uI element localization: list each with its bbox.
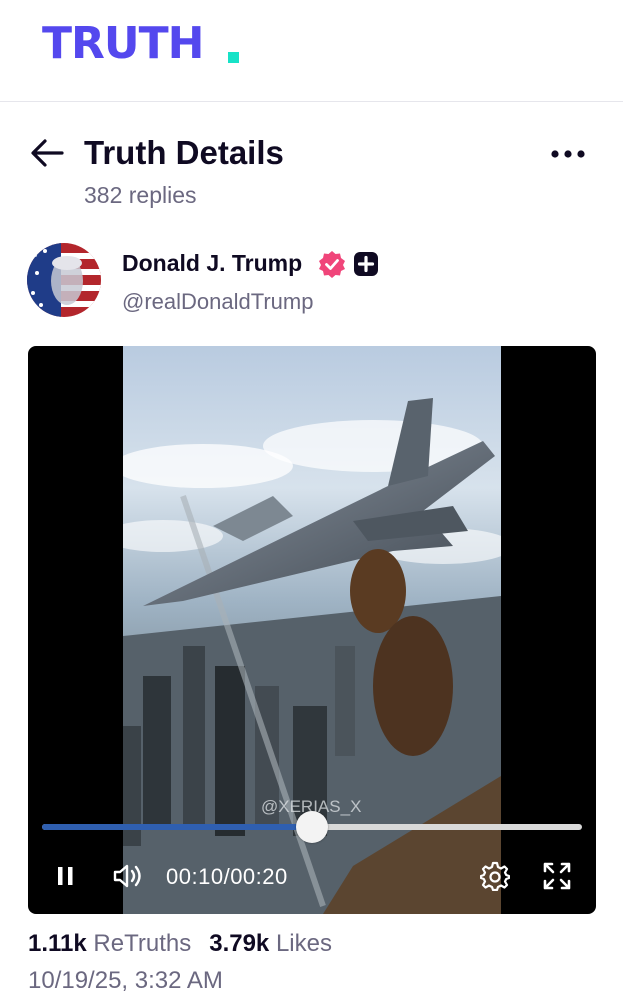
fullscreen-icon[interactable] — [542, 861, 572, 891]
retruths-count[interactable]: 1.11k — [28, 930, 87, 957]
time-display: 00:10/00:20 — [166, 864, 288, 889]
volume-icon[interactable] — [112, 862, 144, 890]
logo-dot — [228, 52, 239, 63]
progress-fill — [42, 824, 312, 830]
pause-button[interactable] — [54, 864, 78, 888]
truth-logo[interactable]: TRUTH — [42, 22, 204, 66]
avatar[interactable] — [27, 243, 101, 317]
likes-label[interactable]: Likes — [276, 930, 332, 957]
likes-count[interactable]: 3.79k — [209, 930, 269, 957]
page-title: Truth Details — [84, 134, 284, 171]
author-name[interactable]: Donald J. Trump — [122, 250, 302, 277]
plus-badge-icon — [354, 252, 378, 276]
top-bar: TRUTH — [0, 0, 623, 102]
settings-gear-icon[interactable] — [480, 861, 510, 891]
post-author: Donald J. Trump @realDonaldTrump — [0, 240, 623, 320]
post-timestamp: 10/19/25, 3:32 AM — [28, 967, 223, 994]
video-player[interactable]: @XERIAS_X 00:10/00:20 — [28, 346, 596, 914]
progress-track[interactable] — [42, 811, 582, 843]
replies-count[interactable]: 382 replies — [84, 182, 197, 209]
retruths-label[interactable]: ReTruths — [93, 930, 191, 957]
duration: 00:20 — [230, 864, 288, 889]
more-horizontal-icon[interactable] — [550, 146, 586, 162]
post-stats: 1.11k ReTruths 3.79k Likes — [28, 930, 332, 958]
current-time: 00:10 — [166, 864, 224, 889]
arrow-left-icon[interactable] — [30, 138, 64, 168]
verified-badge-icon — [319, 251, 345, 278]
page-header: Truth Details 382 replies — [0, 128, 623, 218]
author-handle[interactable]: @realDonaldTrump — [122, 289, 313, 315]
progress-handle[interactable] — [296, 811, 328, 843]
